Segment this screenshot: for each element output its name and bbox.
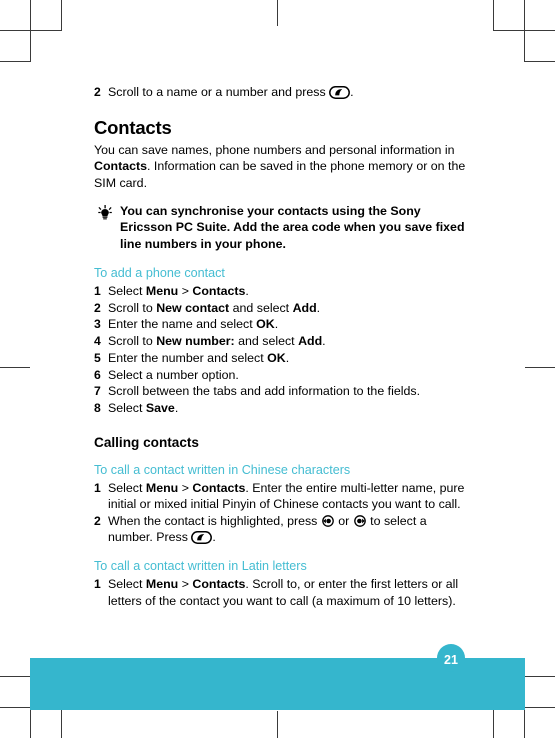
step-number: 2 (94, 85, 101, 99)
step-number: 5 (94, 350, 101, 365)
step-text: Select a number option. (108, 367, 239, 382)
step-6: 6 Select a number option. (94, 367, 466, 383)
tip-block: You can synchronise your contacts using … (94, 203, 466, 252)
procedure-steps-call-latin: 1 Select Menu > Contacts. Scroll to, or e… (94, 576, 466, 608)
step-5: 5 Enter the number and select OK. (94, 350, 466, 366)
page-number: 21 (444, 653, 458, 667)
step-8: 8 Select Save. (94, 400, 466, 416)
call-key-icon (191, 531, 213, 545)
step-text-after: . (350, 85, 354, 99)
step-text: Select Menu > Contacts. Scroll to, or en… (108, 577, 459, 608)
manual-page: 2 Scroll to a name or a number and press… (0, 0, 555, 738)
step-3: 3 Enter the name and select OK. (94, 316, 466, 332)
step-2: 2 When the contact is highlighted, press … (94, 513, 466, 545)
step-number: 1 (94, 284, 101, 299)
step-text: When the contact is highlighted, press o… (108, 514, 427, 545)
step-number: 6 (94, 367, 101, 382)
step-4: 4 Scroll to New number: and select Add. (94, 333, 466, 349)
step-text: Scroll to a name or a number and press . (108, 84, 466, 100)
step-number: 2 (94, 514, 101, 529)
procedure-steps-call-chinese: 1 Select Menu > Contacts. Enter the entir… (94, 480, 466, 545)
step-text: Scroll between the tabs and add informat… (108, 384, 421, 399)
intro-bold-contacts: Contacts (94, 159, 148, 174)
intro-part-1: You can save names, phone numbers and pe… (94, 143, 455, 158)
tip-text: You can synchronise your contacts using … (120, 203, 465, 251)
page-content: 2 Scroll to a name or a number and press… (94, 84, 466, 609)
step-text: Enter the number and select OK. (108, 350, 290, 365)
subsection-title-calling-contacts: Calling contacts (94, 435, 199, 451)
procedure-steps-add-phone-contact: 1 Select Menu > Contacts. 2 Scroll to New … (94, 283, 466, 416)
procedure-title-add-phone-contact: To add a phone contact (94, 266, 225, 281)
step-text: Select Menu > Contacts. (108, 284, 249, 299)
procedure-title-call-latin: To call a contact written in Latin lette… (94, 559, 307, 574)
step-number: 2 (94, 300, 101, 315)
lightbulb-tip-icon (94, 204, 118, 254)
step-2: 2 Scroll to New contact and select Add. (94, 300, 466, 316)
page-title: Contacts (94, 117, 172, 139)
step-number: 1 (94, 577, 101, 592)
step-number: 1 (94, 481, 101, 496)
step-text: Scroll to New number: and select Add. (108, 334, 326, 349)
call-key-icon (329, 86, 351, 99)
intro-part-2: . Information can be saved in the phone … (94, 159, 466, 190)
step-text: Enter the name and select OK. (108, 317, 279, 332)
section-intro: You can save names, phone numbers and pe… (94, 142, 466, 191)
procedure-title-call-chinese: To call a contact written in Chinese cha… (94, 463, 351, 478)
step-7: 7 Scroll between the tabs and add informa… (94, 383, 466, 399)
step-number: 8 (94, 400, 101, 415)
step-number: 7 (94, 384, 101, 399)
step-number: 3 (94, 317, 101, 332)
step-1: 1 Select Menu > Contacts. Scroll to, or e… (94, 576, 466, 608)
step-1: 1 Select Menu > Contacts. (94, 283, 466, 299)
page-footer: 21 (30, 644, 525, 710)
step-text: Scroll to New contact and select Add. (108, 300, 321, 315)
nav-left-key-icon (321, 515, 334, 527)
step-1: 1 Select Menu > Contacts. Enter the entir… (94, 480, 466, 512)
step-number: 4 (94, 334, 101, 349)
nav-right-key-icon (353, 515, 366, 527)
step-text: Select Menu > Contacts. Enter the entire… (108, 481, 465, 512)
step-text: Select Save. (108, 400, 179, 415)
continued-step: 2 Scroll to a name or a number and press… (94, 84, 466, 100)
step-text-before: Scroll to a name or a number and press (108, 85, 330, 99)
